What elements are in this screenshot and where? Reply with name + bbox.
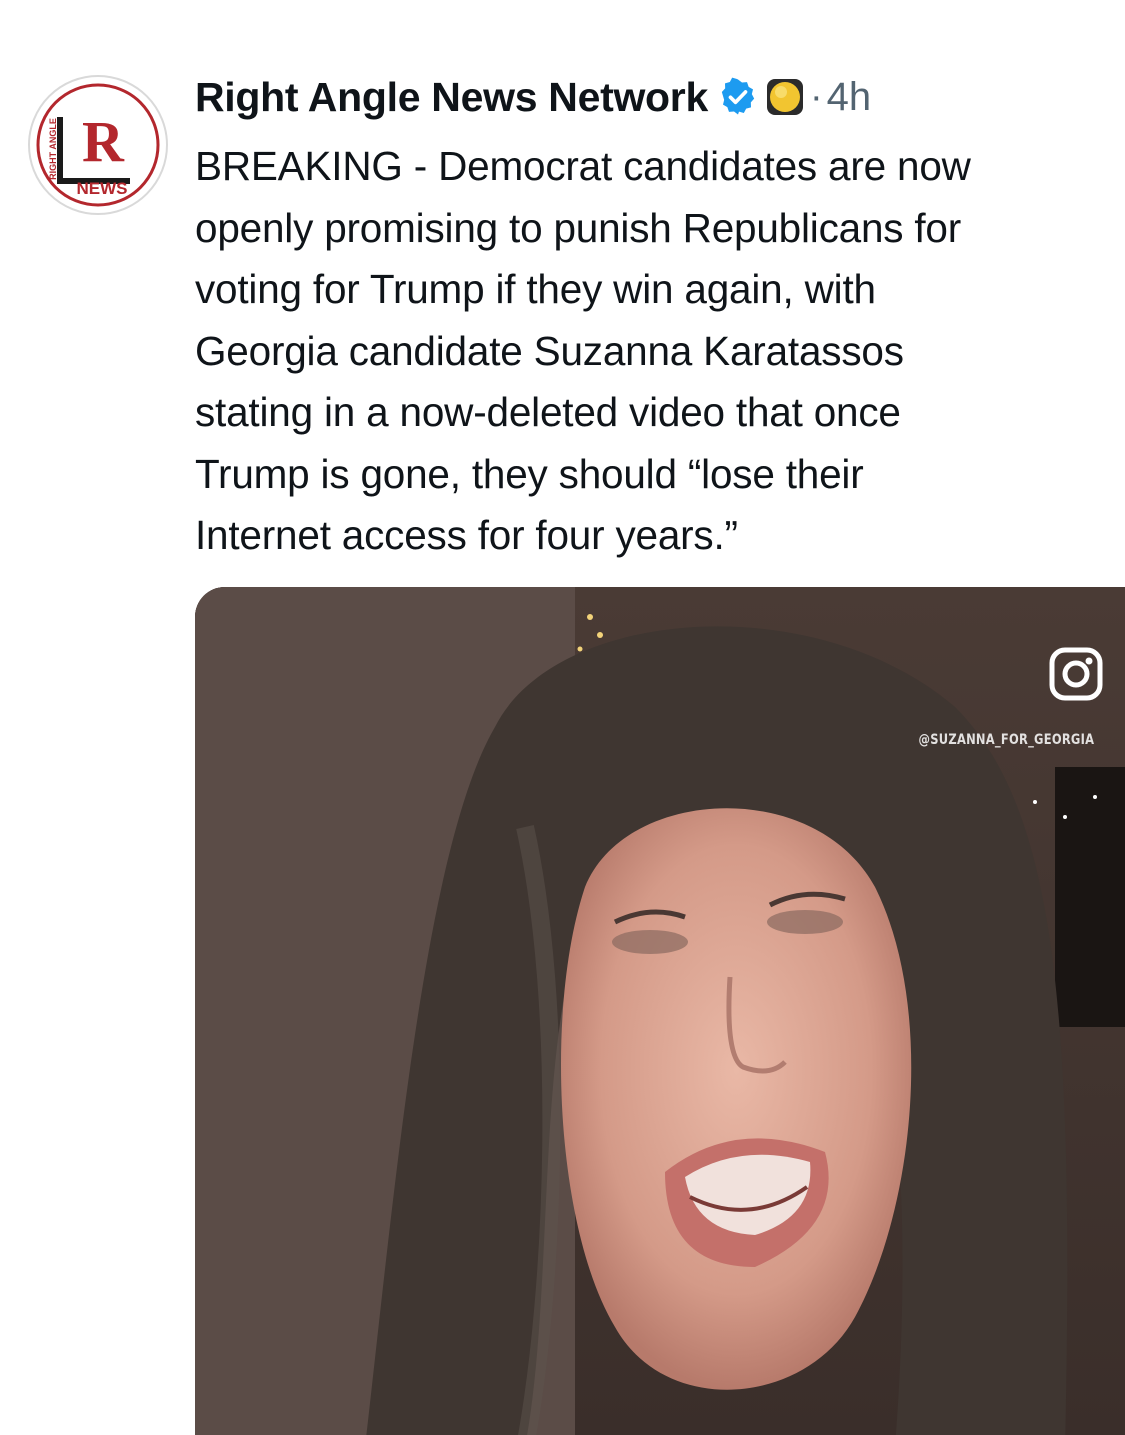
instagram-icon	[1049, 647, 1103, 701]
tweet-header: Right Angle News Network · 4h	[195, 66, 1125, 128]
yellow-circle-emoji-icon	[764, 76, 806, 118]
logo-bottom-text: NEWS	[77, 179, 128, 198]
right-angle-news-logo-icon: RIGHT ANGLE R NEWS	[36, 83, 160, 207]
tweet[interactable]: RIGHT ANGLE R NEWS Right Angle News Netw…	[0, 0, 1125, 1435]
logo-letter: R	[82, 109, 125, 174]
tweet-video[interactable]: @SUZANNA_FOR_GEORGIA	[195, 587, 1125, 1435]
video-frame-image	[195, 587, 1125, 1435]
instagram-handle: @SUZANNA_FOR_GEORGIA	[918, 732, 1094, 748]
tweet-text: BREAKING - Democrat candidates are now o…	[195, 143, 971, 558]
tweet-content: Right Angle News Network · 4h BREAKING -…	[195, 66, 1125, 567]
timestamp[interactable]: 4h	[827, 75, 872, 120]
verified-badge-icon[interactable]	[718, 77, 758, 117]
display-name[interactable]: Right Angle News Network	[195, 74, 708, 121]
avatar[interactable]: RIGHT ANGLE R NEWS	[28, 75, 168, 215]
logo-side-text: RIGHT ANGLE	[48, 118, 58, 180]
separator-dot: ·	[809, 75, 823, 118]
